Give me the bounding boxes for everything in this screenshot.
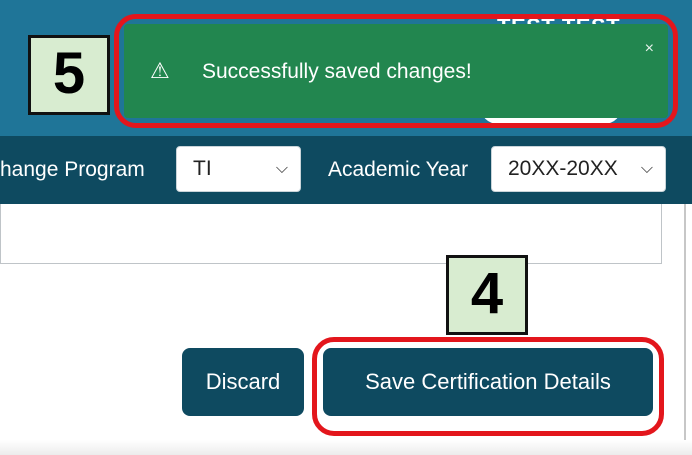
change-program-label: hange Program — [0, 158, 145, 181]
academic-year-select[interactable]: 20XX-20XX ⌵ — [491, 146, 666, 192]
bottom-shadow — [0, 440, 692, 455]
academic-year-label: Academic Year — [328, 158, 469, 181]
chevron-down-icon: ⌵ — [640, 160, 653, 177]
program-select[interactable]: TI ⌵ — [176, 146, 301, 192]
program-select-value: TI — [193, 157, 212, 180]
highlight-save-button — [312, 337, 664, 436]
callout-step-4: 4 — [446, 255, 528, 335]
chevron-down-icon: ⌵ — [275, 160, 288, 177]
academic-year-select-value: 20XX-20XX — [508, 157, 618, 180]
discard-button[interactable]: Discard — [182, 348, 304, 416]
callout-step-5: 5 — [28, 35, 110, 115]
highlight-toast — [114, 14, 678, 128]
